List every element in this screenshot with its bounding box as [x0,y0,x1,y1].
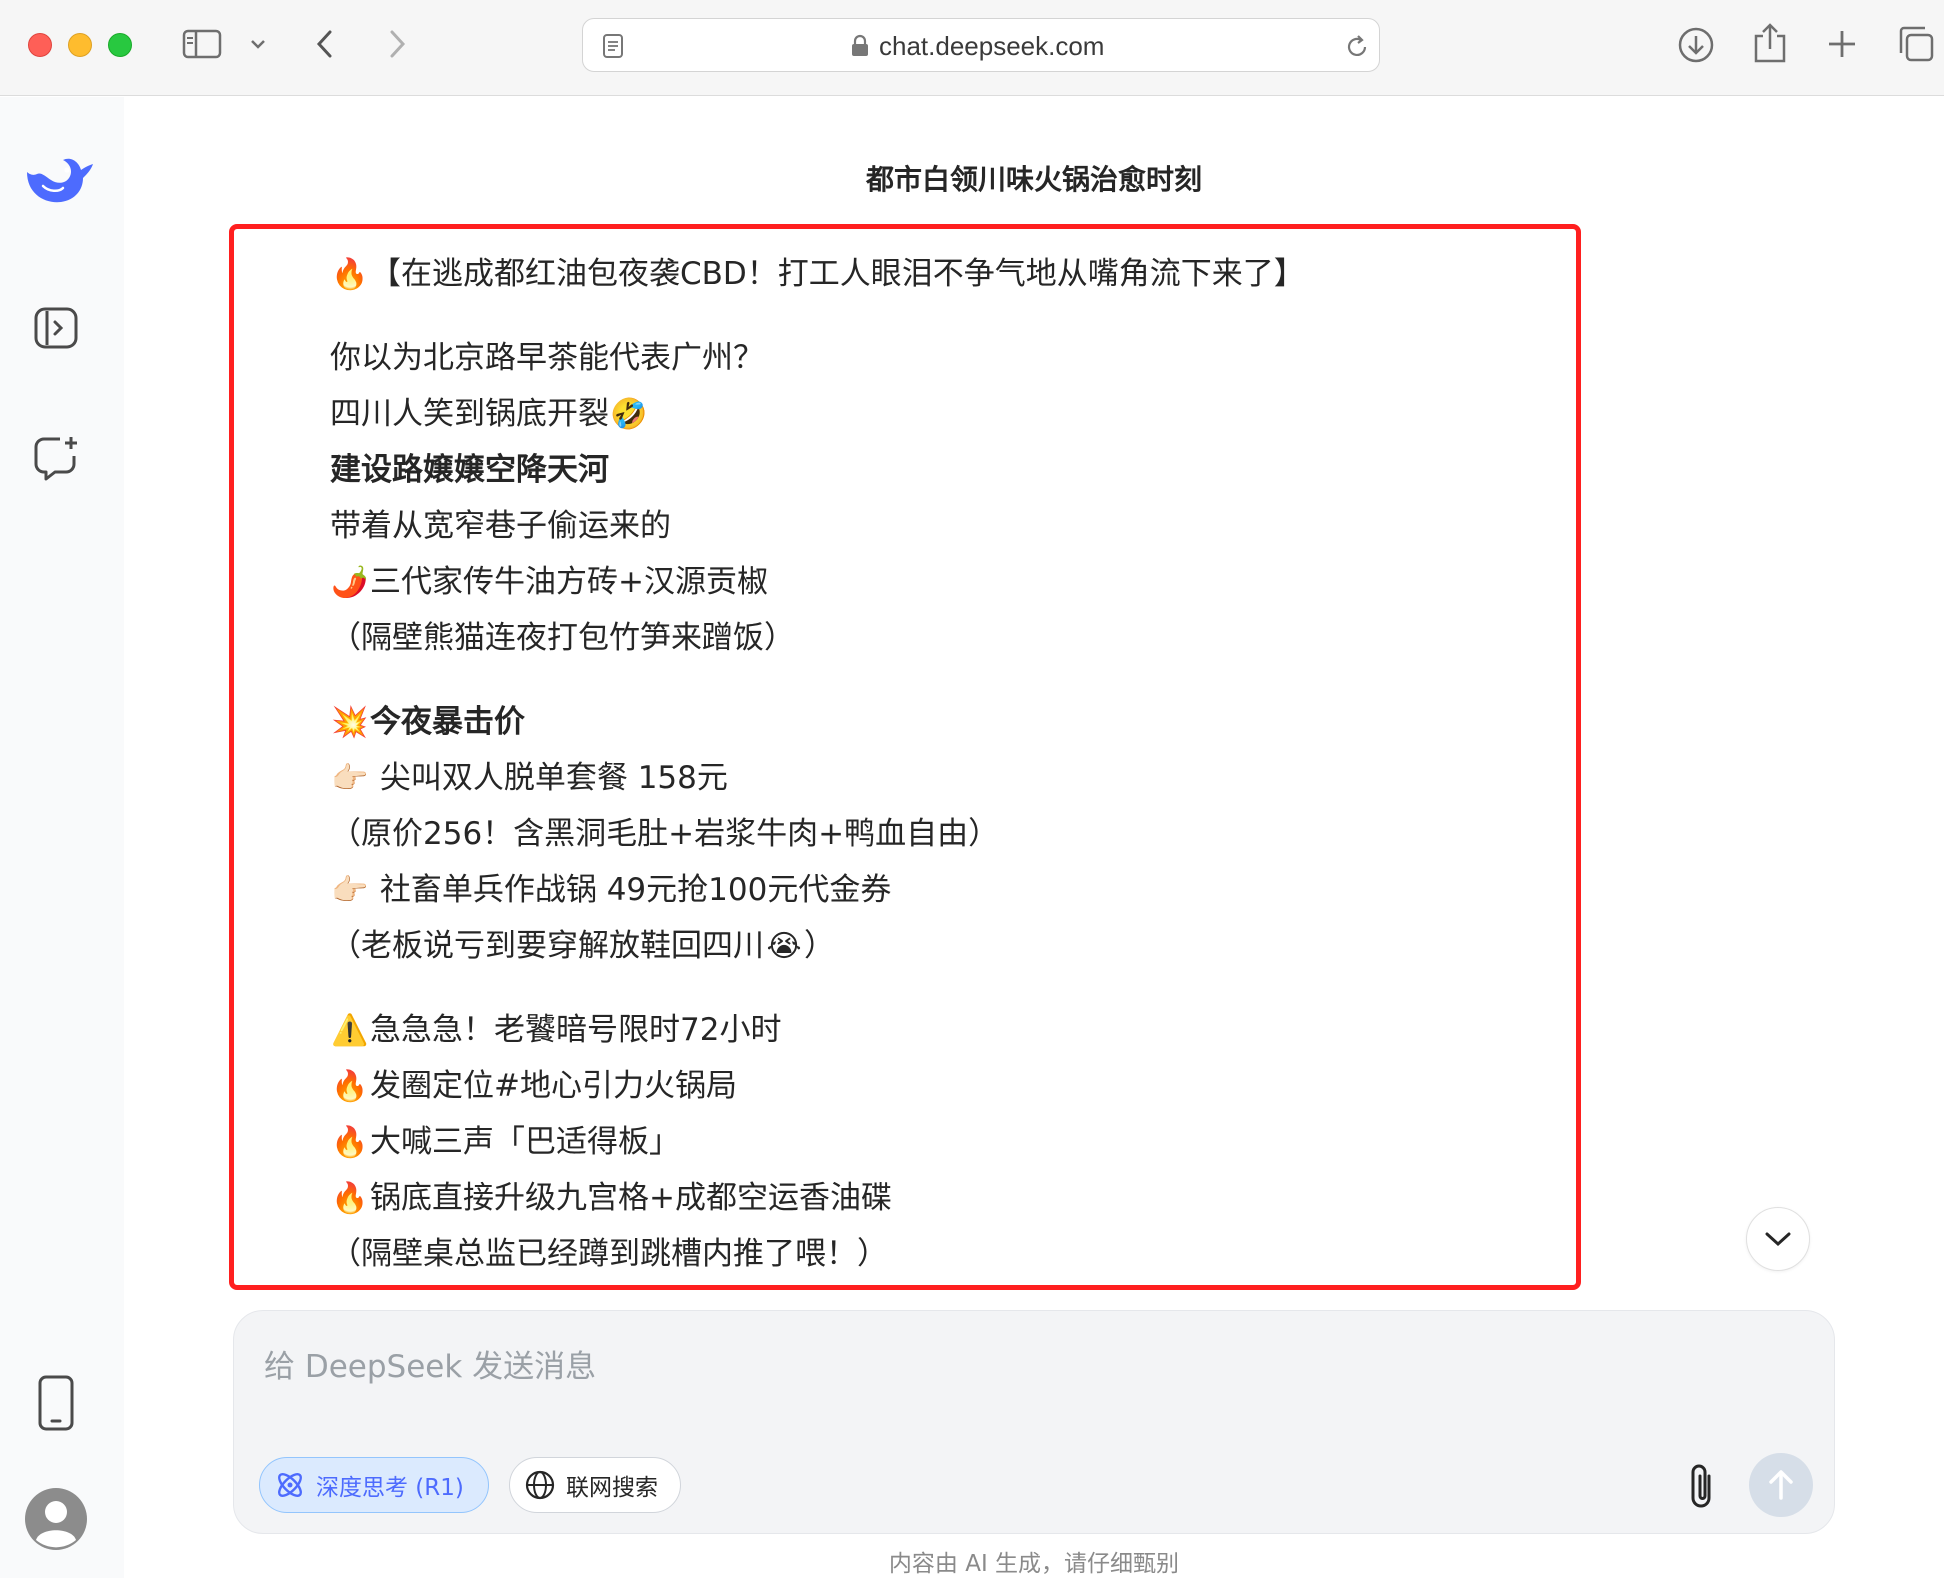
sidebar-toggle-icon[interactable] [180,26,224,62]
pointing-hand-emoji: 👉🏻 [331,873,369,908]
ai-disclaimer: 内容由 AI 生成，请仔细甄别 [888,1551,1180,1577]
arrow-up-icon [1769,1470,1793,1500]
open-sidebar-icon[interactable] [30,302,82,354]
deep-think-toggle[interactable]: 深度思考 (R1) [259,1457,489,1513]
web-search-toggle[interactable]: 联网搜索 [509,1457,681,1513]
back-icon[interactable] [310,24,340,64]
web-search-label: 联网搜索 [566,1475,658,1501]
user-avatar[interactable] [24,1487,88,1551]
chevron-down-icon [1765,1232,1791,1247]
reader-icon[interactable] [599,31,627,61]
lock-icon [849,33,871,59]
message-line: （原价256！含黑洞毛肚+岩浆牛肉+鸭血自由） [330,816,1000,852]
message-line: 🔥发圈定位#地心引力火锅局 [330,1058,1530,1114]
fire-emoji: 🔥 [331,1181,369,1216]
message-line: 🔥大喊三声「巴适得板」 [330,1114,1530,1170]
download-icon[interactable] [1675,24,1717,66]
crying-emoji: 😭 [766,929,802,964]
warning-emoji: ⚠️ [331,1013,369,1048]
fire-emoji: 🔥 [331,1069,369,1104]
message-line: （隔壁桌总监已经蹲到跳槽内推了喂！） [330,1236,888,1272]
window-minimize-button[interactable] [68,33,92,57]
globe-icon [525,1470,555,1500]
attach-file-button[interactable] [1676,1459,1726,1515]
message-line: 你以为北京路早茶能代表广州？ [330,340,764,376]
deep-think-label: 深度思考 (R1) [316,1475,464,1501]
message-line-bold: 💥今夜暴击价 [330,694,1530,750]
rofl-emoji: 🤣 [610,397,648,432]
url-text: chat.deepseek.com [879,31,1105,61]
new-tab-icon[interactable] [1824,26,1860,62]
forward-icon[interactable] [382,24,412,64]
sidebar [0,97,124,1578]
new-chat-icon[interactable] [30,432,82,484]
message-line: 四川人笑到锅底开裂🤣 [330,386,1530,442]
atom-icon [278,1473,302,1497]
deepseek-logo[interactable] [20,149,96,209]
message-composer: 给 DeepSeek 发送消息 深度思考 (R1) 联网搜索 [233,1310,1835,1534]
reload-icon[interactable] [1343,31,1371,61]
scroll-to-bottom-button[interactable] [1746,1207,1810,1271]
chevron-down-icon[interactable] [246,32,270,56]
window-close-button[interactable] [28,33,52,57]
message-line: （隔壁熊猫连夜打包竹笋来蹭饭） [330,620,795,656]
collision-emoji: 💥 [331,705,369,740]
fire-emoji: 🔥 [331,1125,369,1160]
paperclip-icon [1691,1464,1711,1508]
message-line: 带着从宽窄巷子偷运来的 [330,508,671,544]
tab-overview-icon[interactable] [1896,24,1936,64]
assistant-message: 🔥【在逃成都红油包夜袭CBD！打工人眼泪不争气地从嘴角流下来了】 你以为北京路早… [330,246,1530,1282]
message-line-bold: 建设路嬢嬢空降天河 [330,452,609,488]
message-line: 👉🏻 尖叫双人脱单套餐 158元 [330,750,1530,806]
send-button[interactable] [1749,1453,1813,1517]
message-line: ⚠️急急急！老饕暗号限时72小时 [330,1002,1530,1058]
message-line: 🌶️三代家传牛油方砖+汉源贡椒 [330,554,1530,610]
message-line: 🔥锅底直接升级九宫格+成都空运香油碟 [330,1170,1530,1226]
message-line: （老板说亏到要穿解放鞋回四川😭） [330,918,1530,974]
address-bar[interactable]: chat.deepseek.com [582,18,1380,72]
pointing-hand-emoji: 👉🏻 [331,761,369,796]
chat-title: 都市白领川味火锅治愈时刻 [865,163,1202,196]
mobile-app-icon[interactable] [34,1373,78,1433]
share-icon[interactable] [1750,20,1790,66]
window-zoom-button[interactable] [108,33,132,57]
message-line: 👉🏻 社畜单兵作战锅 49元抢100元代金券 [330,862,1530,918]
fire-emoji: 🔥 [331,257,369,292]
message-headline: 🔥【在逃成都红油包夜袭CBD！打工人眼泪不争气地从嘴角流下来了】 [330,246,1530,302]
message-input[interactable]: 给 DeepSeek 发送消息 [264,1341,596,1386]
browser-toolbar: chat.deepseek.com [0,0,1944,96]
chili-emoji: 🌶️ [331,565,369,600]
